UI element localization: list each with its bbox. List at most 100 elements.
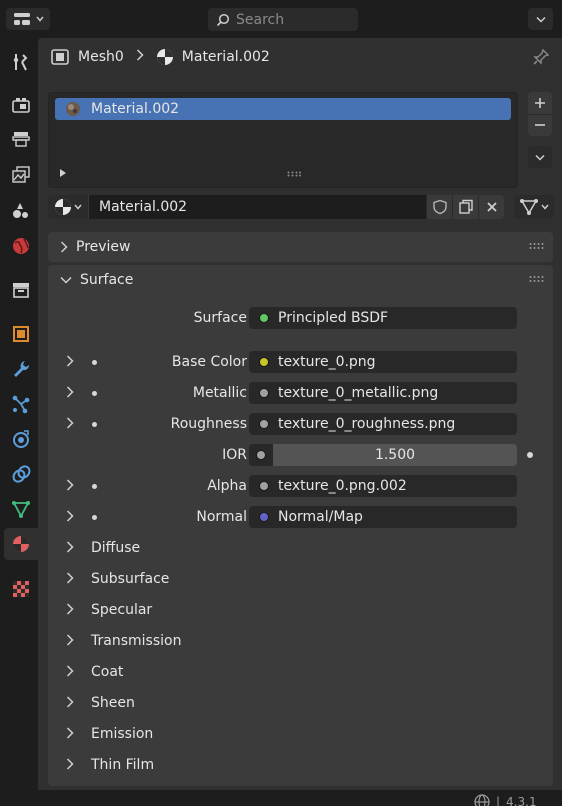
properties-main: Mesh0 Material.002 Material.002 Material… [38, 38, 562, 790]
input-value: texture_0.png [278, 354, 376, 370]
link-dot-icon [92, 422, 97, 427]
input-field[interactable]: texture_0.png.002 [249, 475, 517, 497]
scene-icon [13, 203, 28, 218]
chevron-right-icon[interactable] [66, 417, 74, 429]
panel-drag-grip-icon[interactable] [529, 275, 545, 283]
subpanel-diffuse[interactable]: Diffuse [48, 537, 553, 559]
duplicate-icon [458, 199, 473, 214]
input-field[interactable]: Normal/Map [249, 506, 517, 528]
chevron-right-icon[interactable] [66, 510, 74, 522]
ior-value-slider[interactable]: 1.500 [273, 444, 517, 466]
surface-panel-header[interactable]: Surface [48, 265, 553, 295]
subpanel-coat[interactable]: Coat [48, 661, 553, 683]
material-selector: Material.002 [48, 195, 504, 219]
triangle-right-icon [60, 169, 66, 177]
texture-tab[interactable] [4, 573, 38, 605]
shield-icon [432, 199, 447, 215]
object-tab[interactable] [4, 318, 38, 350]
modifier-icon [14, 361, 30, 377]
breadcrumb: Mesh0 Material.002 [50, 46, 270, 68]
duplicate-material-button[interactable] [452, 195, 478, 219]
material-preview-icon [66, 102, 80, 116]
material-icon [13, 536, 29, 552]
subpanel-subsurface[interactable]: Subsurface [48, 568, 553, 590]
slot-specials-menu[interactable] [528, 146, 552, 168]
material-slot-label: Material.002 [91, 101, 180, 117]
constraints-tab[interactable] [4, 458, 38, 490]
float-socket-icon [259, 388, 269, 398]
surface-panel-title: Surface [80, 272, 134, 288]
editor-type-button[interactable] [6, 8, 50, 30]
keyframe-dot-icon[interactable] [527, 452, 533, 458]
browse-material-button[interactable] [48, 195, 88, 219]
view-layer-icon [12, 166, 30, 183]
list-resize-grip[interactable] [287, 165, 301, 181]
surface-shader-value: Principled BSDF [278, 310, 389, 326]
link-dot-icon [92, 391, 97, 396]
slot-list-expand-toggle[interactable] [59, 168, 67, 181]
remove-slot-button[interactable] [528, 115, 552, 137]
chevron-right-icon[interactable] [66, 386, 74, 398]
subpanel-label: Specular [91, 602, 153, 618]
subpanel-sheen[interactable]: Sheen [48, 692, 553, 714]
render-tab[interactable] [4, 89, 38, 121]
subpanel-label: Coat [91, 664, 124, 680]
material-name-field[interactable]: Material.002 [88, 195, 426, 219]
chevron-right-icon [66, 696, 74, 708]
link-dot-icon [92, 515, 97, 520]
status-version: | 4.3.1 [474, 794, 537, 806]
panel-drag-grip-icon[interactable] [529, 242, 545, 250]
tool-tab[interactable] [4, 46, 38, 78]
subpanel-specular[interactable]: Specular [48, 599, 553, 621]
subpanel-transmission[interactable]: Transmission [48, 630, 553, 652]
color-socket-icon [259, 357, 269, 367]
socket-link-button[interactable] [249, 444, 273, 466]
chevron-right-icon [66, 758, 74, 770]
collection-tab[interactable] [4, 274, 38, 306]
input-field[interactable]: texture_0.png [249, 351, 517, 373]
plus-icon [535, 97, 545, 108]
output-tab[interactable] [4, 123, 38, 155]
input-label: Metallic [192, 385, 247, 401]
scene-tab[interactable] [4, 194, 38, 226]
add-slot-button[interactable] [528, 92, 552, 115]
subpanel-thin-film[interactable]: Thin Film [48, 754, 553, 776]
globe-icon [474, 794, 490, 806]
float-socket-icon [259, 419, 269, 429]
material-slot-list[interactable]: Material.002 [48, 92, 518, 188]
chevron-right-icon [66, 572, 74, 584]
input-row-roughness: Roughness texture_0_roughness.png [48, 413, 553, 435]
subpanel-emission[interactable]: Emission [48, 723, 553, 745]
material-tab[interactable] [4, 528, 38, 560]
surface-panel-body: Surface Principled BSDF Base Color textu… [48, 295, 553, 786]
surface-shader-label: Surface [193, 310, 247, 326]
particles-tab[interactable] [4, 388, 38, 420]
fake-user-button[interactable] [426, 195, 452, 219]
input-field[interactable]: texture_0_metallic.png [249, 382, 517, 404]
material-slot-item[interactable]: Material.002 [55, 98, 511, 120]
input-label: Roughness [170, 416, 247, 432]
chevron-right-icon[interactable] [66, 355, 74, 367]
input-field[interactable]: texture_0_roughness.png [249, 413, 517, 435]
input-row-base-color: Base Color texture_0.png [48, 351, 553, 373]
data-tab[interactable] [4, 493, 38, 525]
view-layer-tab[interactable] [4, 159, 38, 191]
unlink-material-button[interactable] [478, 195, 504, 219]
chevron-right-icon [60, 241, 68, 253]
properties-header: Search [0, 0, 562, 38]
preview-panel-header[interactable]: Preview [48, 232, 553, 262]
output-icon [12, 132, 30, 147]
physics-tab[interactable] [4, 423, 38, 455]
world-tab[interactable] [4, 230, 38, 262]
link-mode-dropdown[interactable] [514, 195, 554, 219]
chevron-right-icon[interactable] [66, 479, 74, 491]
subpanel-label: Sheen [91, 695, 135, 711]
grip-icon [287, 171, 301, 177]
options-dropdown-button[interactable] [528, 8, 553, 30]
surface-shader-field[interactable]: Principled BSDF [249, 307, 517, 329]
search-input[interactable]: Search [208, 8, 358, 31]
input-value: texture_0_metallic.png [278, 385, 439, 401]
physics-icon [13, 430, 29, 448]
modifier-tab[interactable] [4, 353, 38, 385]
pin-button[interactable] [532, 48, 550, 70]
